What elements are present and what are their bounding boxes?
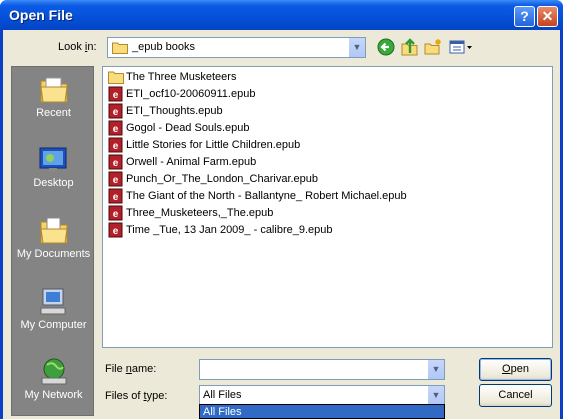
filetype-dropdown-button[interactable]: ▼ — [427, 386, 444, 405]
my-documents-icon — [39, 217, 68, 244]
file-name: The Giant of the North - Ballantyne_ Rob… — [126, 190, 407, 202]
file-name: Three_Musketeers,_The.epub — [126, 207, 274, 219]
svg-text:e: e — [113, 158, 119, 169]
my-network-icon — [41, 358, 66, 385]
place-label: My Documents — [16, 248, 91, 260]
open-button[interactable]: Open — [479, 358, 552, 381]
folder-icon — [112, 42, 128, 54]
window-title: Open File — [9, 7, 73, 23]
place-label: Recent — [36, 107, 71, 119]
file-name: Gogol - Dead Souls.epub — [126, 122, 250, 134]
epub-file-icon: e — [108, 205, 123, 221]
epub-file-icon: e — [108, 120, 123, 136]
lookin-dropdown-button[interactable]: ▼ — [348, 38, 365, 57]
desktop-icon — [39, 147, 66, 172]
filename-dropdown-button[interactable]: ▼ — [427, 360, 444, 379]
place-desktop[interactable]: Desktop — [12, 139, 95, 205]
up-folder-icon[interactable] — [401, 38, 419, 56]
svg-text:e: e — [113, 124, 119, 135]
place-my-documents[interactable]: My Documents — [12, 210, 95, 276]
help-button[interactable]: ? — [514, 6, 535, 27]
filetype-dropdown-list[interactable]: All Files — [199, 404, 445, 419]
epub-file-icon: e — [108, 222, 123, 238]
epub-file-icon: e — [108, 154, 123, 170]
title-bar[interactable]: Open File ? ✕ — [0, 0, 563, 30]
epub-file-icon: e — [108, 188, 123, 204]
filetype-value: All Files — [203, 389, 242, 401]
epub-file-icon: e — [108, 103, 123, 119]
recent-documents-icon — [39, 77, 68, 103]
filetype-select[interactable]: All Files ▼ — [199, 385, 445, 406]
place-recent[interactable]: Recent — [12, 69, 95, 135]
folder-icon — [108, 71, 124, 84]
back-icon[interactable] — [377, 38, 395, 56]
open-file-dialog: Open File ? ✕ Look in: _epub books ▼ Rec… — [0, 0, 563, 419]
cancel-button[interactable]: Cancel — [479, 384, 552, 407]
new-folder-icon[interactable] — [424, 38, 442, 56]
place-label: My Computer — [20, 319, 87, 331]
file-name: Little Stories for Little Children.epub — [126, 139, 301, 151]
svg-text:e: e — [113, 141, 119, 152]
file-name: Time _Tue, 13 Jan 2009_ - calibre_9.epub — [126, 224, 333, 236]
svg-text:e: e — [113, 107, 119, 118]
place-label: My Network — [24, 389, 83, 401]
lookin-label: Look in: — [58, 41, 97, 53]
my-computer-icon — [40, 288, 65, 315]
dropdown-option[interactable]: All Files — [203, 406, 242, 418]
svg-text:e: e — [113, 90, 119, 101]
epub-file-icon: e — [108, 86, 123, 102]
dialog-client-area: Look in: _epub books ▼ Recent Desktop My… — [3, 30, 560, 419]
epub-file-icon: e — [108, 171, 123, 187]
file-name: Punch_Or_The_London_Charivar.epub — [126, 173, 319, 185]
svg-text:e: e — [113, 175, 119, 186]
epub-file-icon: e — [108, 137, 123, 153]
lookin-combobox[interactable]: _epub books ▼ — [107, 37, 366, 58]
file-list[interactable]: The Three Musketeers e ETI_ocf10-2006091… — [102, 66, 553, 348]
filename-input[interactable]: ▼ — [199, 359, 445, 380]
filetype-label: Files of type: — [105, 390, 168, 402]
svg-text:e: e — [113, 226, 119, 237]
file-name: The Three Musketeers — [126, 71, 237, 83]
lookin-value: _epub books — [132, 41, 195, 53]
place-my-computer[interactable]: My Computer — [12, 281, 95, 347]
file-name: ETI_ocf10-20060911.epub — [126, 88, 256, 100]
place-label: Desktop — [33, 177, 74, 189]
file-name: Orwell - Animal Farm.epub — [126, 156, 257, 168]
place-my-network[interactable]: My Network — [12, 351, 95, 417]
places-bar: Recent Desktop My Documents My Computer … — [11, 66, 94, 416]
svg-text:e: e — [113, 192, 119, 203]
views-menu-icon[interactable] — [449, 38, 473, 56]
file-name: ETI_Thoughts.epub — [126, 105, 223, 117]
filename-label: File name: — [105, 363, 157, 375]
close-button[interactable]: ✕ — [537, 6, 558, 27]
svg-text:e: e — [113, 209, 119, 220]
